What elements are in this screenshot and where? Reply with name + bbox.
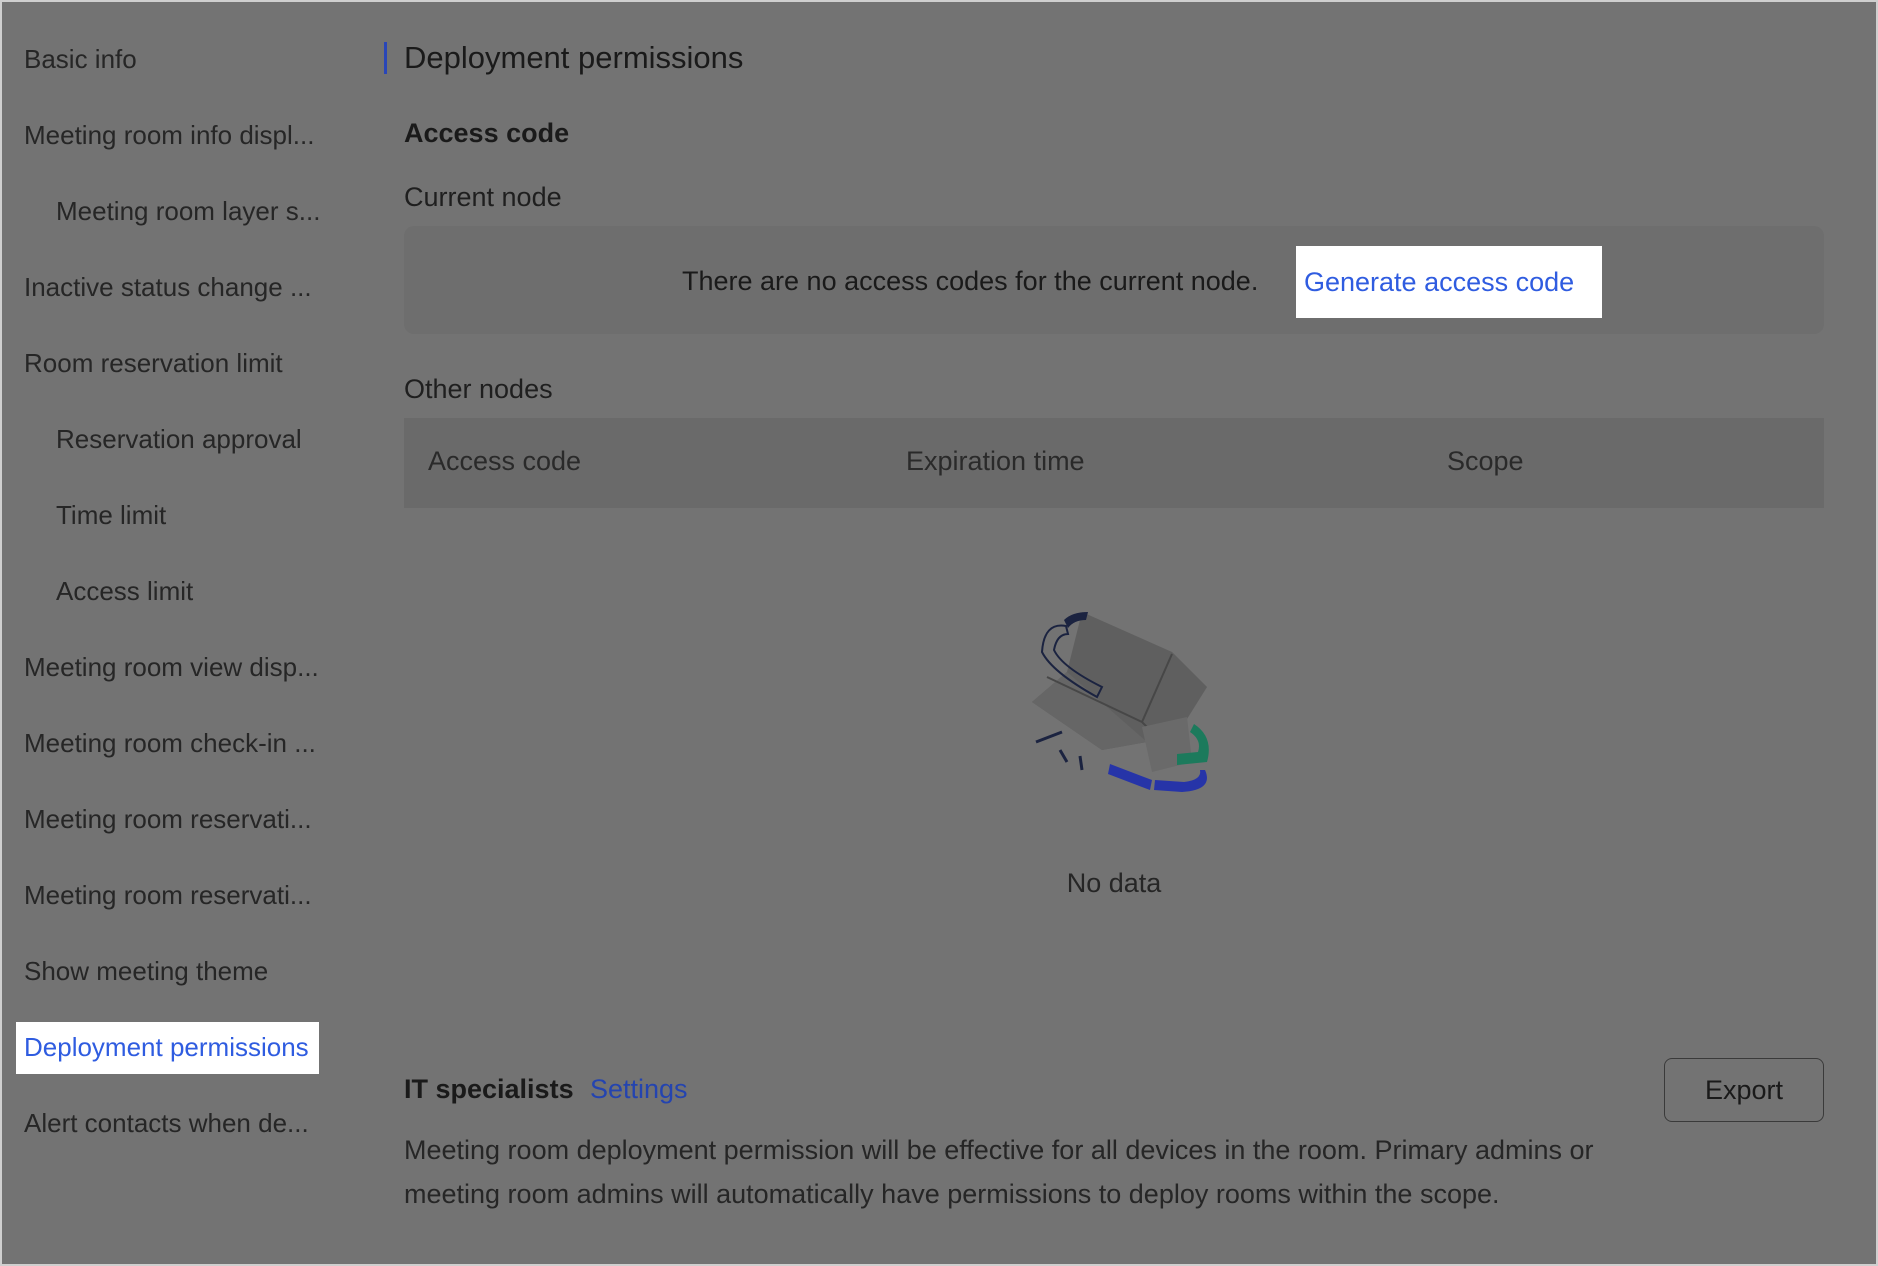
app-window: Basic info Meeting room info displ... Me… [0, 0, 1878, 1266]
sidebar-nav: Basic info Meeting room info displ... Me… [2, 2, 362, 1264]
sidebar-item-meeting-room-info-display[interactable]: Meeting room info displ... [24, 118, 314, 152]
sidebar-item-meeting-room-check-in[interactable]: Meeting room check-in ... [24, 726, 316, 760]
sidebar-item-alert-contacts[interactable]: Alert contacts when de... [24, 1106, 309, 1140]
access-code-heading: Access code [404, 118, 570, 148]
main-content: Deployment permissions Access code Curre… [382, 2, 1876, 1264]
title-accent-bar [384, 42, 387, 74]
it-specialists-settings-link[interactable]: Settings [590, 1074, 688, 1105]
current-node-label: Current node [404, 182, 562, 212]
sidebar-item-room-reservation-limit[interactable]: Room reservation limit [24, 346, 283, 380]
export-button[interactable]: Export [1664, 1058, 1824, 1122]
other-nodes-label: Other nodes [404, 374, 553, 404]
generate-access-code-link[interactable]: Generate access code [1296, 246, 1603, 318]
sidebar-item-reservation-approval[interactable]: Reservation approval [56, 422, 302, 456]
column-header-scope: Scope [1447, 446, 1524, 476]
permission-note: Meeting room deployment permission will … [404, 1135, 1594, 1209]
sidebar-item-meeting-room-reservation-1[interactable]: Meeting room reservati... [24, 802, 312, 836]
sidebar-item-access-limit[interactable]: Access limit [56, 574, 193, 608]
current-node-panel: There are no access codes for the curren… [404, 226, 1824, 334]
empty-state-text: No data [1066, 868, 1162, 898]
sidebar-item-meeting-room-reservation-2[interactable]: Meeting room reservati... [24, 878, 312, 912]
sidebar-item-meeting-room-view-display[interactable]: Meeting room view disp... [24, 650, 319, 684]
sidebar-item-show-meeting-theme[interactable]: Show meeting theme [24, 954, 268, 988]
no-access-code-message: There are no access codes for the curren… [682, 266, 1259, 296]
other-nodes-table-header: Access code Expiration time Scope [404, 418, 1824, 508]
column-header-expiration-time: Expiration time [906, 446, 1085, 476]
sidebar-item-time-limit[interactable]: Time limit [56, 498, 166, 532]
sidebar-item-inactive-status-change[interactable]: Inactive status change ... [24, 270, 312, 304]
sidebar-item-meeting-room-layer[interactable]: Meeting room layer s... [56, 194, 320, 228]
empty-box-icon [1032, 612, 1209, 792]
sidebar-item-basic-info[interactable]: Basic info [24, 42, 137, 76]
sidebar-item-deployment-permissions[interactable]: Deployment permissions [16, 1022, 319, 1074]
column-header-access-code: Access code [428, 446, 582, 476]
it-specialists-heading: IT specialists [404, 1074, 574, 1104]
page-title: Deployment permissions [404, 40, 744, 75]
